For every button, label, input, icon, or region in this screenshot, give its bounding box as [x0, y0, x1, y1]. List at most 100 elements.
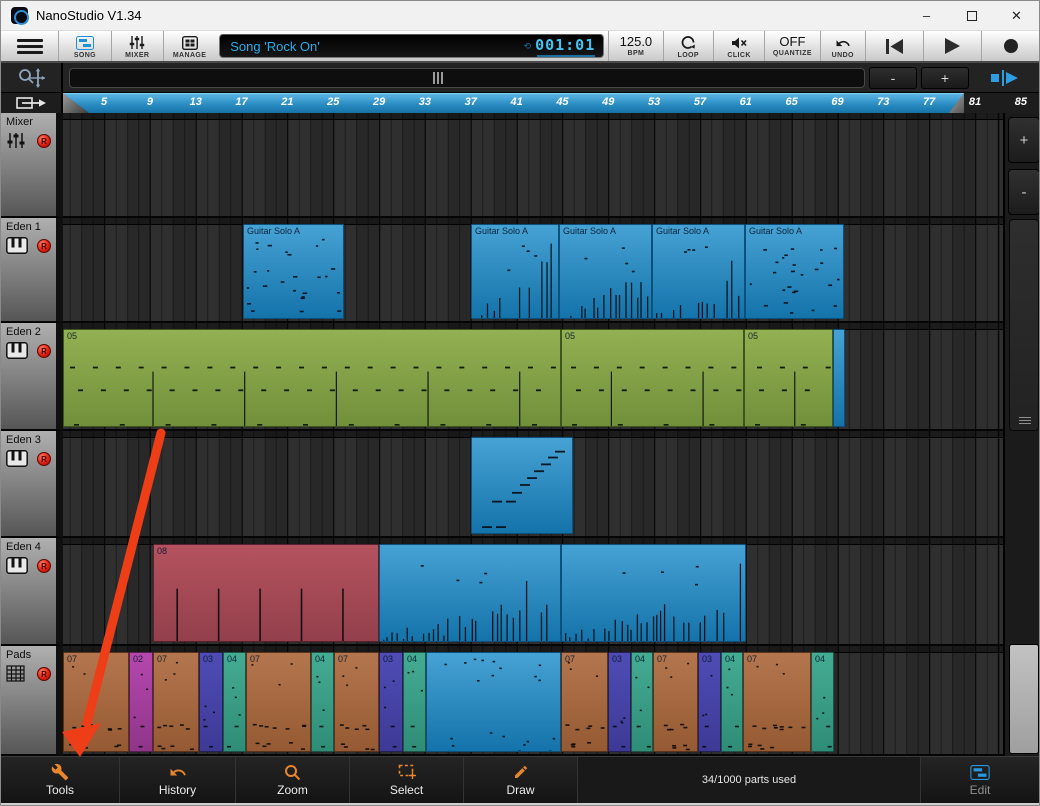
clip-note-pattern: [654, 653, 698, 752]
clip-05[interactable]: 05: [561, 329, 744, 427]
ruler-number: 33: [419, 96, 431, 108]
track-header-mixer[interactable]: Mixer R: [1, 113, 63, 218]
vertical-scrollbar-thumb[interactable]: [1009, 219, 1039, 431]
clip-note-pattern: [746, 225, 844, 319]
record-arm-button[interactable]: R: [37, 239, 51, 253]
clip-04[interactable]: 04: [721, 652, 743, 752]
ruler-number: 45: [556, 96, 568, 108]
track-lane-eden-3[interactable]: [63, 431, 1003, 538]
bpm-button[interactable]: 125.0 BPM: [608, 31, 662, 61]
track-lane-eden-4[interactable]: 08: [63, 538, 1003, 646]
zoom-pan-tool[interactable]: [1, 63, 63, 92]
record-arm-button[interactable]: R: [37, 559, 51, 573]
tab-manage[interactable]: MANAGE: [163, 31, 215, 61]
arrow-box-icon: [16, 96, 46, 110]
record-arm-button[interactable]: R: [37, 667, 51, 681]
clip-03[interactable]: 03: [379, 652, 403, 752]
clip-guitar-solo-a[interactable]: Guitar Solo A: [559, 224, 652, 319]
vertical-scrollbar-section[interactable]: [1009, 644, 1039, 754]
clip-guitar-solo-a[interactable]: Guitar Solo A: [471, 224, 559, 319]
clip-05[interactable]: 05: [63, 329, 561, 427]
click-button[interactable]: CLICK: [713, 31, 764, 61]
clip-05[interactable]: 05: [744, 329, 833, 427]
clip-04[interactable]: 04: [311, 652, 334, 752]
track-header-pads[interactable]: PadsR: [1, 646, 63, 756]
track-header-eden-4[interactable]: Eden 4R: [1, 538, 63, 646]
clip-guitar-solo-a[interactable]: Guitar Solo A: [243, 224, 344, 319]
clip-guitar-solo-a[interactable]: Guitar Solo A: [652, 224, 745, 319]
zoom-button[interactable]: Zoom: [235, 757, 349, 803]
clip[interactable]: [471, 437, 573, 534]
timeline-ruler[interactable]: 5913172125293337414549535761656973778185: [63, 93, 1040, 113]
clip-07[interactable]: 07: [653, 652, 698, 752]
rewind-button[interactable]: [865, 31, 923, 61]
clip-03[interactable]: 03: [698, 652, 721, 752]
button-label: Select: [390, 783, 423, 797]
loop-icon: [680, 34, 696, 50]
close-button[interactable]: ✕: [994, 1, 1039, 30]
clip-guitar-solo-a[interactable]: Guitar Solo A: [745, 224, 844, 319]
tab-song[interactable]: SONG: [58, 31, 110, 61]
record-button[interactable]: [981, 31, 1039, 61]
clip-02[interactable]: 02: [129, 652, 153, 752]
clip-07[interactable]: 07: [63, 652, 129, 752]
clip-label: 03: [383, 654, 393, 664]
clip-note-pattern: [130, 653, 153, 752]
clip-note-pattern: [64, 330, 561, 427]
clip-07[interactable]: 07: [334, 652, 379, 752]
app-icon: [11, 7, 28, 24]
clip-04[interactable]: 04: [403, 652, 426, 752]
select-button[interactable]: Select: [349, 757, 463, 803]
maximize-button[interactable]: [949, 1, 994, 30]
loop-button[interactable]: LOOP: [663, 31, 713, 61]
record-arm-button[interactable]: R: [37, 344, 51, 358]
clip[interactable]: [833, 329, 845, 427]
clip-07[interactable]: 07: [246, 652, 311, 752]
clip-07[interactable]: 07: [153, 652, 199, 752]
record-arm-button[interactable]: R: [37, 452, 51, 466]
quantize-button[interactable]: OFF QUANTIZE: [764, 31, 819, 61]
track-lane-eden-1[interactable]: Guitar Solo AGuitar Solo AGuitar Solo AG…: [63, 218, 1003, 323]
zoom-in-button[interactable]: +: [921, 67, 969, 89]
track-name: Mixer: [6, 116, 33, 128]
tools-button[interactable]: Tools: [1, 757, 119, 803]
clip-08[interactable]: 08: [153, 544, 379, 642]
ruler-number: 17: [235, 96, 247, 108]
scrollbar-grip[interactable]: [433, 72, 443, 84]
track-zoom-in-button[interactable]: +: [1008, 117, 1040, 163]
zoom-out-button[interactable]: -: [869, 67, 917, 89]
track-header-eden-1[interactable]: Eden 1R: [1, 218, 63, 323]
clip[interactable]: [379, 544, 561, 642]
clip-07[interactable]: 07: [743, 652, 811, 752]
ruler-number: 37: [465, 96, 477, 108]
minimize-button[interactable]: –: [904, 1, 949, 30]
track-lane-mixer[interactable]: [63, 113, 1003, 218]
follow-playhead-button[interactable]: [975, 65, 1033, 91]
clip-04[interactable]: 04: [631, 652, 653, 752]
horizontal-scrollbar[interactable]: [69, 68, 865, 88]
undo-button[interactable]: UNDO: [820, 31, 865, 61]
scroll-zoom-row: - +: [1, 63, 1039, 93]
clip-04[interactable]: 04: [811, 652, 834, 752]
record-arm-button[interactable]: R: [37, 134, 51, 148]
clip-03[interactable]: 03: [199, 652, 223, 752]
edit-button[interactable]: Edit: [920, 757, 1039, 803]
track-zoom-out-button[interactable]: -: [1008, 169, 1040, 215]
menu-button[interactable]: [1, 31, 58, 61]
play-button[interactable]: [923, 31, 981, 61]
track-header-eden-3[interactable]: Eden 3R: [1, 431, 63, 538]
history-button[interactable]: History: [119, 757, 235, 803]
track-header-eden-2[interactable]: Eden 2R: [1, 323, 63, 431]
clip[interactable]: [426, 652, 561, 752]
draw-button[interactable]: Draw: [463, 757, 577, 803]
clip[interactable]: [561, 544, 746, 642]
ruler-number: 57: [694, 96, 706, 108]
clip-07[interactable]: 07: [561, 652, 608, 752]
track-lane-eden-2[interactable]: 050505: [63, 323, 1003, 431]
clip-04[interactable]: 04: [223, 652, 246, 752]
track-lane-pads[interactable]: 070207030407040703040703040703040704: [63, 646, 1003, 756]
track-in-tool[interactable]: [1, 93, 63, 113]
tab-mixer[interactable]: MIXER: [111, 31, 163, 61]
timeline-ruler-row: 5913172125293337414549535761656973778185: [1, 93, 1039, 113]
clip-03[interactable]: 03: [608, 652, 631, 752]
